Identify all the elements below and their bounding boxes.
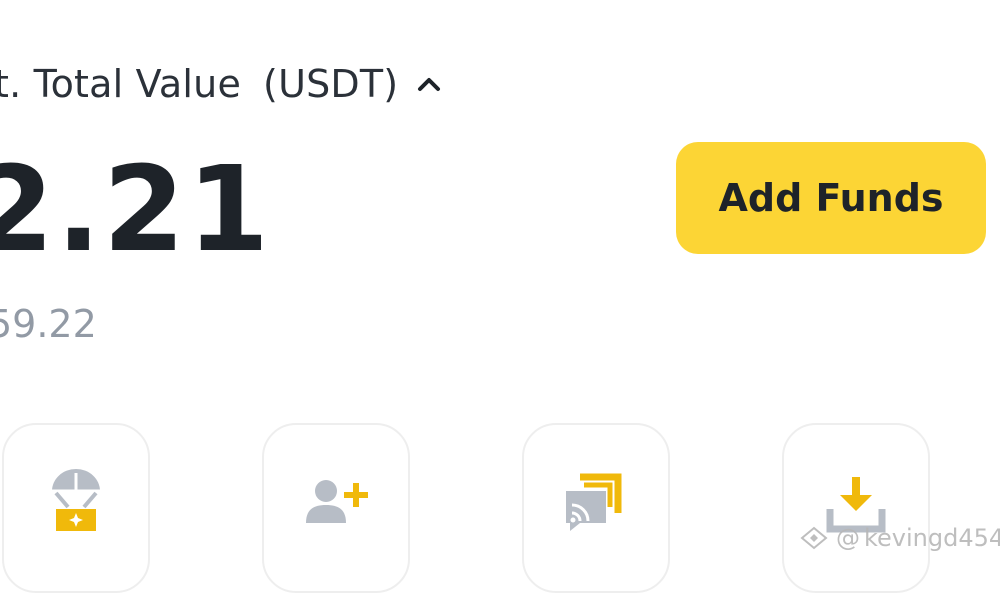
- add-user-icon: [306, 480, 368, 523]
- watermark-handle: kevingd454: [864, 524, 1000, 552]
- shortcut-tile-broadcast[interactable]: [522, 423, 670, 593]
- watermark-at: @: [836, 524, 860, 552]
- chevron-up-icon[interactable]: [414, 69, 444, 99]
- balance-unit: (USDT): [263, 62, 399, 106]
- shortcut-tile-deposit[interactable]: [782, 423, 930, 593]
- shortcut-tile-invite[interactable]: [262, 423, 410, 593]
- balance-header[interactable]: t. Total Value (USDT): [0, 62, 444, 106]
- balance-label: t. Total Value: [0, 62, 242, 106]
- shortcut-tile-parachute[interactable]: [2, 423, 150, 593]
- broadcast-icon: [566, 473, 622, 531]
- fiat-balance-value: 59.22: [0, 302, 97, 346]
- watermark: @ kevingd454: [800, 524, 1000, 552]
- watermark-logo-icon: [800, 526, 828, 550]
- parachute-gift-icon: [52, 469, 100, 531]
- total-balance-value: 2.21: [0, 140, 272, 278]
- add-funds-button[interactable]: Add Funds: [676, 142, 986, 254]
